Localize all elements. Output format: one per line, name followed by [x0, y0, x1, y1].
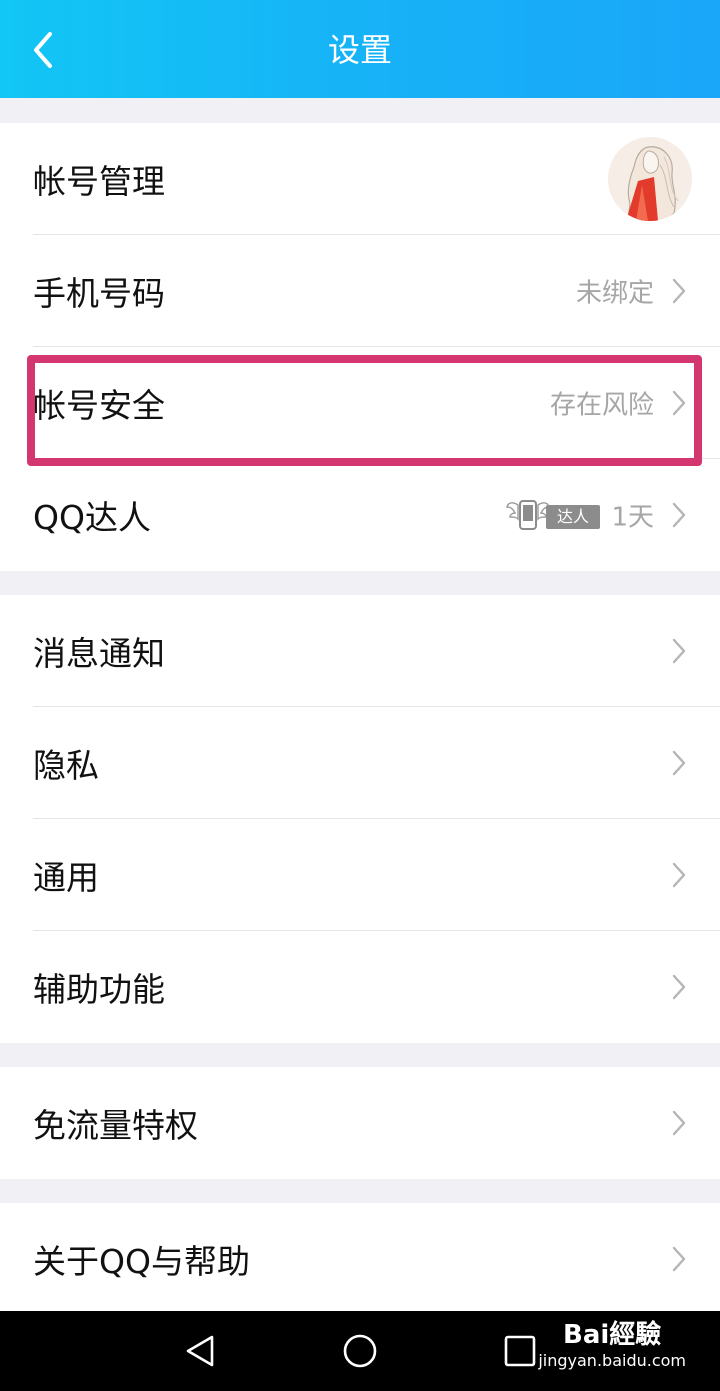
- system-nav-bar: Bai經驗 jingyan.baidu.com: [0, 1311, 720, 1391]
- row-privacy[interactable]: 隐私: [0, 707, 720, 819]
- privacy-label: 隐私: [33, 746, 99, 785]
- watermark-url: jingyan.baidu.com: [538, 1351, 686, 1370]
- chevron-right-icon: [672, 1110, 686, 1136]
- qq-daren-label: QQ达人: [33, 498, 151, 537]
- account-security-label: 帐号安全: [33, 386, 165, 425]
- winged-phone-icon: [506, 500, 550, 530]
- avatar[interactable]: [608, 137, 692, 221]
- phone-number-status: 未绑定: [575, 278, 654, 309]
- row-qq-daren[interactable]: QQ达人 达人 1天: [0, 459, 720, 571]
- chevron-right-icon: [672, 278, 686, 304]
- row-general[interactable]: 通用: [0, 819, 720, 931]
- page-title: 设置: [327, 31, 392, 69]
- row-account-security[interactable]: 帐号安全 存在风险: [0, 347, 720, 459]
- chevron-right-icon: [672, 750, 686, 776]
- title-bar: 设置: [0, 0, 720, 98]
- chevron-right-icon: [672, 390, 686, 416]
- about-help-label: 关于QQ与帮助: [33, 1242, 250, 1281]
- daren-days: 1天: [611, 502, 654, 533]
- free-traffic-label: 免流量特权: [33, 1106, 198, 1145]
- avatar-image: [608, 137, 692, 221]
- general-group: 消息通知 隐私 通用 辅助功能: [0, 595, 720, 1043]
- row-accessibility[interactable]: 辅助功能: [0, 931, 720, 1043]
- account-management-label: 帐号管理: [33, 162, 165, 201]
- chevron-right-icon: [672, 638, 686, 664]
- accessibility-label: 辅助功能: [33, 970, 165, 1009]
- row-notifications[interactable]: 消息通知: [0, 595, 720, 707]
- general-label: 通用: [33, 858, 99, 897]
- phone-number-label: 手机号码: [33, 274, 165, 313]
- about-group: 关于QQ与帮助: [0, 1203, 720, 1315]
- account-security-status: 存在风险: [549, 390, 654, 421]
- row-about-help[interactable]: 关于QQ与帮助: [0, 1203, 720, 1315]
- square-recents-icon[interactable]: [500, 1331, 540, 1371]
- notifications-label: 消息通知: [33, 634, 165, 673]
- circle-home-icon[interactable]: [340, 1331, 380, 1371]
- data-group: 免流量特权: [0, 1067, 720, 1179]
- chevron-right-icon: [672, 502, 686, 528]
- chevron-right-icon: [672, 974, 686, 1000]
- chevron-right-icon: [672, 862, 686, 888]
- baidu-jingyan-watermark: Bai經驗 jingyan.baidu.com: [538, 1319, 686, 1371]
- daren-badge-label: 达人: [546, 505, 600, 529]
- daren-badge: 达人: [506, 495, 602, 535]
- triangle-back-icon[interactable]: [180, 1331, 220, 1371]
- row-free-traffic[interactable]: 免流量特权: [0, 1067, 720, 1179]
- row-phone-number[interactable]: 手机号码 未绑定: [0, 235, 720, 347]
- row-account-management[interactable]: 帐号管理: [0, 123, 720, 235]
- watermark-logo: Bai經驗: [563, 1320, 662, 1350]
- chevron-right-icon: [672, 1246, 686, 1272]
- account-group: 帐号管理 手机号码 未绑定 帐号安全 存在风险 QQ达人 达人 1天: [0, 123, 720, 571]
